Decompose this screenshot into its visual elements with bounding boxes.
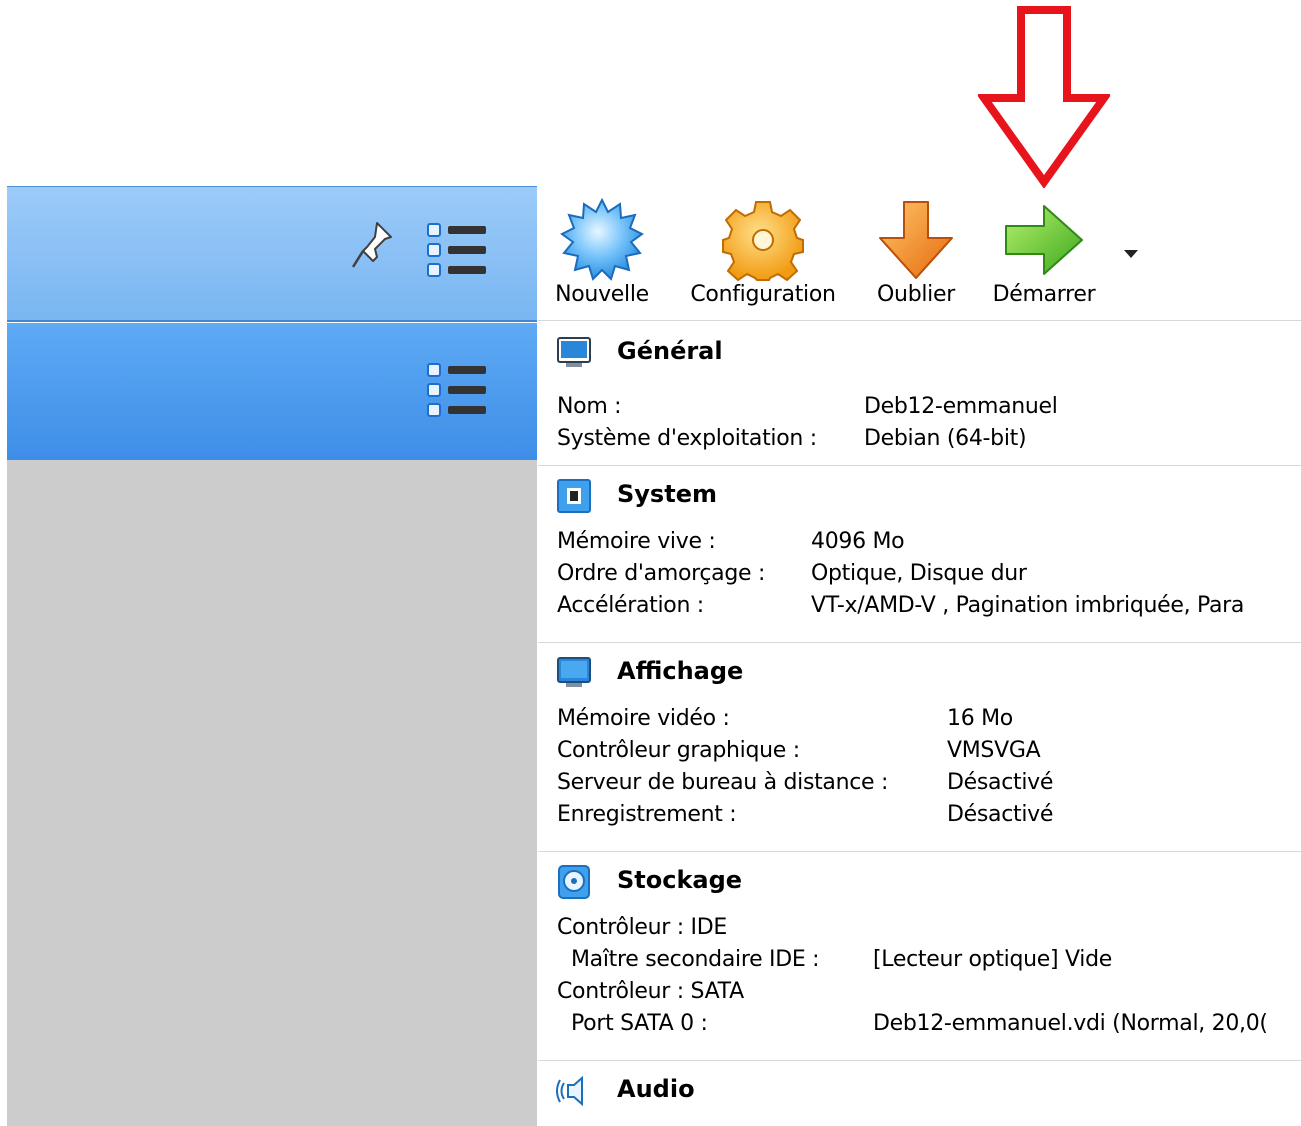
system-section: System Mémoire vive : 4096 Mo Ordre d'amo…: [538, 466, 1301, 643]
storage-disk-icon: [558, 865, 590, 899]
general-section: Général Nom : Deb12-emmanuel Système d'ex…: [538, 321, 1301, 466]
new-vm-label: Nouvelle: [555, 282, 649, 307]
tools-menu-icon[interactable]: [426, 220, 490, 282]
boot-order-value: Optique, Disque dur: [811, 561, 1027, 586]
pin-icon[interactable]: [347, 217, 397, 277]
start-arrow-icon: [1005, 205, 1083, 275]
settings-label: Configuration: [690, 282, 836, 307]
ram-key: Mémoire vive :: [557, 529, 716, 554]
storage-header[interactable]: Stockage: [538, 852, 1301, 912]
new-vm-button[interactable]: Nouvelle: [546, 186, 658, 320]
storage-section: Stockage Contrôleur : IDE Maître seconda…: [538, 852, 1301, 1061]
display-title: Affichage: [617, 657, 744, 685]
system-title: System: [617, 480, 717, 508]
system-header[interactable]: System: [538, 466, 1301, 526]
speaker-icon: [556, 1075, 583, 1107]
audio-section: Audio: [538, 1061, 1301, 1121]
start-label: Démarrer: [992, 282, 1096, 307]
remote-desktop-value: Désactivé: [947, 770, 1054, 795]
acceleration-key: Accélération :: [557, 593, 704, 618]
ram-value: 4096 Mo: [811, 529, 905, 554]
display-section: Affichage Mémoire vidéo : 16 Mo Contrôleu…: [538, 643, 1301, 852]
general-title: Général: [617, 337, 723, 365]
tools-row-global[interactable]: [7, 186, 537, 322]
machine-tools-menu-icon[interactable]: [426, 360, 490, 422]
annotation-arrow-icon: [978, 6, 1110, 188]
vm-list-area: [7, 460, 537, 1126]
recording-value: Désactivé: [947, 802, 1054, 827]
gear-icon: [722, 201, 804, 282]
graphics-controller-key: Contrôleur graphique :: [557, 738, 800, 763]
main-toolbar: Nouvelle Configuration Oublier Démarrer: [538, 186, 1301, 321]
graphics-controller-value: VMSVGA: [947, 738, 1041, 763]
down-arrow-icon: [879, 201, 953, 279]
sata-controller-label: Contrôleur : SATA: [557, 979, 744, 1004]
audio-title: Audio: [617, 1075, 695, 1103]
settings-button[interactable]: Configuration: [678, 186, 848, 320]
storage-title: Stockage: [617, 866, 743, 894]
display-monitor-icon: [557, 657, 591, 687]
start-button[interactable]: Démarrer: [984, 186, 1104, 320]
new-starburst-icon: [560, 198, 644, 281]
discard-button[interactable]: Oublier: [868, 186, 964, 320]
name-value: Deb12-emmanuel: [864, 394, 1058, 419]
ide-controller-label: Contrôleur : IDE: [557, 915, 727, 940]
general-header[interactable]: Général: [538, 321, 1301, 391]
os-key: Système d'exploitation :: [557, 426, 817, 451]
display-header[interactable]: Affichage: [538, 643, 1301, 703]
acceleration-value: VT-x/AMD-V , Pagination imbriquée, Para: [811, 593, 1245, 618]
chip-icon: [557, 479, 591, 513]
boot-order-key: Ordre d'amorçage :: [557, 561, 766, 586]
sata-port-value: Deb12-emmanuel.vdi (Normal, 20,0(: [873, 1011, 1268, 1036]
discard-label: Oublier: [877, 282, 955, 307]
sata-port-key: Port SATA 0 :: [571, 1011, 708, 1036]
remote-desktop-key: Serveur de bureau à distance :: [557, 770, 889, 795]
os-value: Debian (64-bit): [864, 426, 1027, 451]
vm-details-pane: Général Nom : Deb12-emmanuel Système d'ex…: [538, 321, 1301, 1126]
ide-secondary-master-key: Maître secondaire IDE :: [571, 947, 820, 972]
audio-header[interactable]: Audio: [538, 1061, 1301, 1121]
video-memory-value: 16 Mo: [947, 706, 1013, 731]
start-options-dropdown-icon[interactable]: [1122, 248, 1140, 260]
video-memory-key: Mémoire vidéo :: [557, 706, 730, 731]
name-key: Nom :: [557, 394, 622, 419]
monitor-icon: [557, 337, 591, 367]
ide-secondary-master-value: [Lecteur optique] Vide: [873, 947, 1112, 972]
recording-key: Enregistrement :: [557, 802, 737, 827]
tools-row-vm-selected[interactable]: [7, 323, 537, 460]
